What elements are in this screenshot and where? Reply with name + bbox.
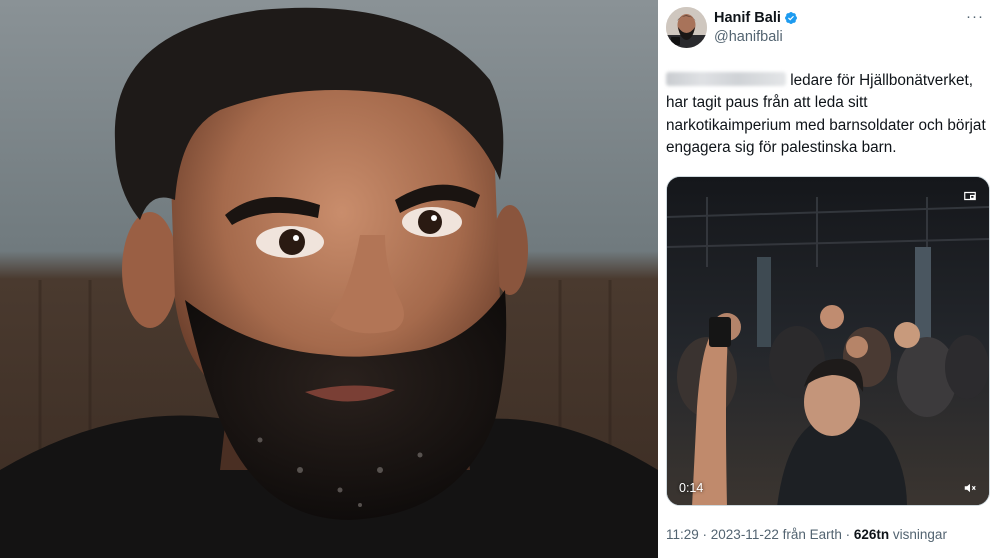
meta-separator: ·: [698, 527, 711, 542]
tweet-date[interactable]: 2023-11-22 från Earth: [711, 527, 842, 542]
meta-separator: ·: [841, 527, 854, 542]
video-frame: [667, 177, 989, 505]
author-name-row: Hanif Bali: [714, 10, 798, 26]
blurred-name-redaction: [666, 72, 786, 86]
views-count: 626tn: [853, 527, 890, 542]
portrait-illustration: [0, 0, 658, 558]
author-name[interactable]: Hanif Bali: [714, 10, 781, 26]
tweet-text: ledare för Hjällbonätverket, har tagit p…: [666, 70, 986, 159]
author-handle[interactable]: @hanifbali: [714, 29, 783, 45]
verified-badge-icon: [784, 12, 797, 24]
tweet-video[interactable]: 0:14: [666, 176, 990, 506]
mute-icon[interactable]: [963, 481, 977, 495]
avatar-image: [666, 7, 707, 48]
avatar[interactable]: [666, 7, 707, 48]
picture-in-picture-icon[interactable]: [963, 189, 977, 203]
tweet-header: Hanif Bali @hanifbali ···: [666, 7, 984, 49]
tweet-card: Hanif Bali @hanifbali ··· ledare för Hjä…: [658, 0, 992, 558]
tweet-time[interactable]: 11:29: [666, 527, 699, 542]
more-options-icon[interactable]: ···: [966, 9, 984, 24]
video-duration: 0:14: [679, 481, 704, 495]
tweet-meta: 11:29 · 2023-11-22 från Earth · 626tn vi…: [666, 527, 947, 542]
views-label: visningar: [889, 527, 947, 542]
portrait-photo: [0, 0, 658, 558]
